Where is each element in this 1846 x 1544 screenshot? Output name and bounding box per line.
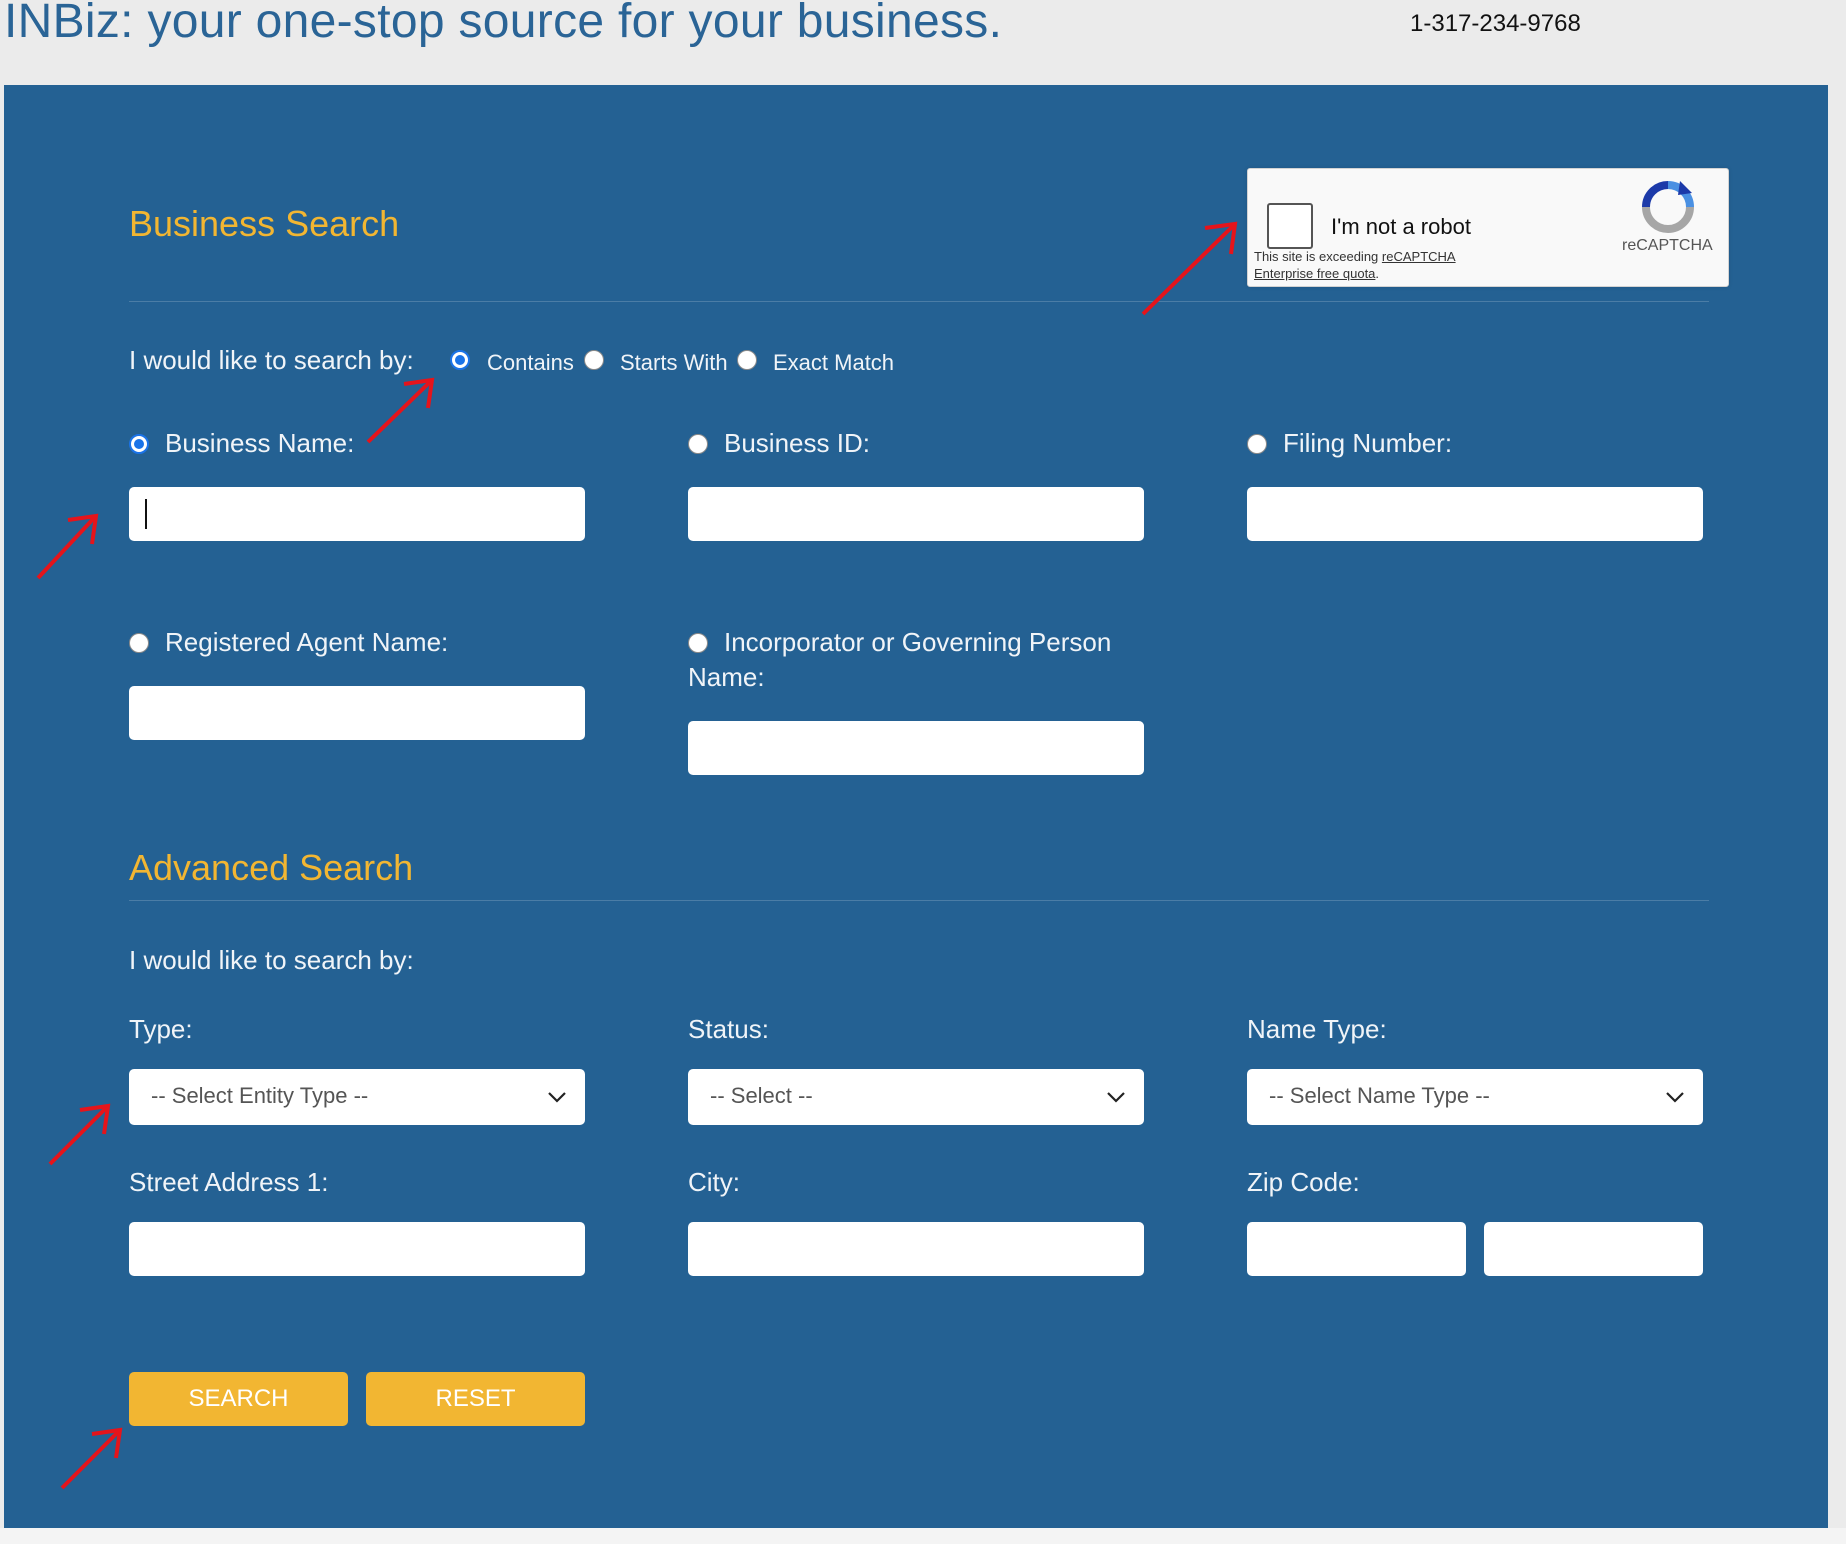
recaptcha-warning-text: This site is exceeding <box>1254 249 1382 264</box>
chevron-down-icon <box>548 1092 566 1103</box>
section-divider <box>129 900 1709 901</box>
search-button[interactable]: SEARCH <box>129 1372 348 1426</box>
name-type-select[interactable]: -- Select Name Type -- <box>1247 1069 1703 1125</box>
recaptcha-checkbox[interactable] <box>1267 203 1313 249</box>
status-value: -- Select -- <box>710 1083 813 1108</box>
recaptcha-warning-suffix: . <box>1375 266 1380 281</box>
filing-number-input[interactable] <box>1247 487 1703 541</box>
radio-starts-with[interactable] <box>584 350 604 370</box>
recaptcha-label[interactable]: I'm not a robot <box>1331 214 1471 240</box>
reset-button[interactable]: RESET <box>366 1372 585 1426</box>
advanced-search-title: Advanced Search <box>129 847 414 888</box>
label-street-address: Street Address 1: <box>129 1167 329 1197</box>
section-divider <box>129 301 1709 302</box>
label-registered-agent: Registered Agent Name: <box>165 627 449 657</box>
text-cursor <box>145 499 147 529</box>
label-business-id: Business ID: <box>724 428 870 458</box>
chevron-down-icon <box>1666 1092 1684 1103</box>
radio-business-id[interactable] <box>688 434 708 454</box>
zip-code-input[interactable] <box>1247 1222 1466 1276</box>
street-address-input[interactable] <box>129 1222 585 1276</box>
label-type: Type: <box>129 1014 193 1044</box>
label-exact-match[interactable]: Exact Match <box>773 350 894 376</box>
search-by-label: I would like to search by: <box>129 345 414 375</box>
name-type-value: -- Select Name Type -- <box>1269 1083 1490 1108</box>
entity-type-value: -- Select Entity Type -- <box>151 1083 369 1108</box>
label-filing-number: Filing Number: <box>1283 428 1453 458</box>
radio-registered-agent[interactable] <box>129 633 149 653</box>
recaptcha-link[interactable]: reCAPTCHA <box>1382 249 1456 264</box>
label-contains[interactable]: Contains <box>487 350 574 376</box>
page-header-title: INBiz: your one-stop source for your bus… <box>4 0 1003 48</box>
radio-exact-match[interactable] <box>737 350 757 370</box>
business-search-title: Business Search <box>129 203 400 244</box>
search-panel: Business Search I would like to search b… <box>4 85 1828 1528</box>
recaptcha-quota-link[interactable]: Enterprise free quota <box>1254 266 1375 281</box>
label-city: City: <box>688 1167 740 1197</box>
label-name-type: Name Type: <box>1247 1014 1387 1044</box>
registered-agent-input[interactable] <box>129 686 585 740</box>
recaptcha-quota-warning: This site is exceeding reCAPTCHA Enterpr… <box>1254 248 1456 282</box>
advanced-search-by-label: I would like to search by: <box>129 945 414 975</box>
recaptcha-brand: reCAPTCHA <box>1622 237 1713 254</box>
incorporator-input[interactable] <box>688 721 1144 775</box>
business-name-input[interactable] <box>129 487 585 541</box>
label-incorporator-line2: Name: <box>688 662 765 692</box>
page-footer-strip <box>0 1528 1846 1544</box>
label-incorporator-line1: Incorporator or Governing Person <box>724 627 1112 657</box>
status-select[interactable]: -- Select -- <box>688 1069 1144 1125</box>
label-zip-code: Zip Code: <box>1247 1167 1360 1197</box>
zip-code-ext-input[interactable] <box>1484 1222 1703 1276</box>
entity-type-select[interactable]: -- Select Entity Type -- <box>129 1069 585 1125</box>
radio-business-name[interactable] <box>129 434 149 454</box>
header-phone[interactable]: 1-317-234-9768 <box>1410 10 1581 38</box>
city-input[interactable] <box>688 1222 1144 1276</box>
radio-incorporator[interactable] <box>688 633 708 653</box>
chevron-down-icon <box>1107 1092 1125 1103</box>
business-id-input[interactable] <box>688 487 1144 541</box>
radio-filing-number[interactable] <box>1247 434 1267 454</box>
label-business-name: Business Name: <box>165 428 355 458</box>
label-status: Status: <box>688 1014 769 1044</box>
radio-contains[interactable] <box>450 350 470 370</box>
recaptcha-logo-icon <box>1642 181 1694 233</box>
recaptcha-widget: I'm not a robot This site is exceeding r… <box>1247 168 1729 287</box>
label-starts-with[interactable]: Starts With <box>620 350 728 376</box>
